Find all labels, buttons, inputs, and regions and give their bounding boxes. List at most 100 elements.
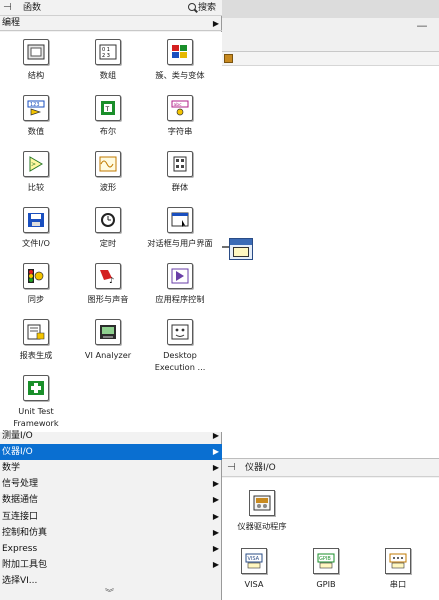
tile-label: 同步 [27, 294, 45, 304]
submenu-arrow-icon: ▶ [212, 511, 219, 521]
tile-label: 布尔 [99, 126, 117, 136]
desktop-execution-icon [167, 319, 193, 345]
palette-tile-graphics-sound[interactable]: ♪ 图形与声音 [72, 256, 144, 312]
minimize-button[interactable]: — [413, 18, 431, 34]
palette-tile-waveform[interactable]: 波形 [72, 144, 144, 200]
svg-text:T: T [105, 106, 110, 113]
submenu-arrow-icon: ▶ [212, 527, 219, 537]
pin-icon[interactable]: ⊣ [227, 462, 236, 473]
tile-label: 群体 [171, 182, 189, 192]
scroll-more-icon[interactable]: ︾ [105, 586, 114, 599]
diagram-vi-node-icon[interactable] [229, 238, 253, 260]
palette-tile-grid: 结构 0 12 3 数组 簇、类与变体 123 数值 T 布尔 abc 字符串 > 比较 波形 群体文件I… [0, 32, 222, 432]
palette-tile-boolean[interactable]: T 布尔 [72, 88, 144, 144]
category-item[interactable]: 附加工具包 ▶ [0, 557, 222, 573]
category-label: 控制和仿真 [2, 527, 48, 538]
tile-label: Desktop Execution ... [154, 350, 206, 372]
svg-text:VISA: VISA [248, 556, 260, 562]
category-item[interactable]: 信号处理 ▶ [0, 476, 222, 492]
subpalette-content: 仪器驱动程序 VISA VISA GPIB GPIB 串口 [222, 478, 439, 600]
subpalette-tile-serial[interactable]: 串口 [368, 548, 428, 596]
graphics-sound-icon: ♪ [95, 263, 121, 289]
submenu-arrow-icon: ▶ [212, 19, 219, 28]
comparison-icon: > [23, 151, 49, 177]
dialog-ui-icon [167, 207, 193, 233]
waveform-icon [95, 151, 121, 177]
palette-tile-collection[interactable]: 群体 [144, 144, 216, 200]
subpalette-tile-visa[interactable]: VISA VISA [224, 548, 284, 596]
tile-label: 文件I/O [22, 238, 50, 248]
file-io-icon [23, 207, 49, 233]
serial-icon [385, 548, 411, 574]
palette-tile-comparison[interactable]: > 比较 [0, 144, 72, 200]
palette-tile-array[interactable]: 0 12 3 数组 [72, 32, 144, 88]
category-item[interactable]: 互连接口 ▶ [0, 509, 222, 525]
subpalette-title: 仪器I/O [245, 463, 276, 473]
palette-tile-synchronization[interactable]: 同步 [0, 256, 72, 312]
submenu-arrow-icon: ▶ [212, 479, 219, 489]
timing-icon [95, 207, 121, 233]
search-icon [188, 3, 196, 11]
palette-tile-string[interactable]: abc 字符串 [144, 88, 216, 144]
vi-analyzer-icon [95, 319, 121, 345]
palette-tile-dialog-ui[interactable]: 对话框与用户界面 [144, 200, 216, 256]
toolbar-tool-icon[interactable] [224, 54, 233, 63]
tile-label: 图形与声音 [87, 294, 129, 304]
category-item[interactable]: 数学 ▶ [0, 460, 222, 476]
palette-tile-structures[interactable]: 结构 [0, 32, 72, 88]
subpalette-tile-instrument-drivers[interactable]: 仪器驱动程序 [232, 490, 292, 538]
visa-icon: VISA [241, 548, 267, 574]
palette-tile-unit-test-framework[interactable]: Unit Test Framework [0, 368, 72, 428]
tile-label: 报表生成 [19, 350, 53, 360]
tile-label: 结构 [27, 70, 45, 80]
palette-tile-cluster-class-variant[interactable]: 簇、类与变体 [144, 32, 216, 88]
palette-tile-desktop-execution[interactable]: Desktop Execution ... [144, 312, 216, 372]
svg-text:>: > [31, 161, 36, 168]
tile-label: 数组 [99, 70, 117, 80]
synchronization-icon [23, 263, 49, 289]
submenu-arrow-icon: ▶ [212, 543, 219, 553]
tile-label: 簇、类与变体 [155, 70, 205, 80]
subpalette-tile-gpib[interactable]: GPIB GPIB [296, 548, 356, 596]
array-icon: 0 12 3 [95, 39, 121, 65]
instrument-drivers-icon [249, 490, 275, 516]
functions-palette: ⊣ 函数 搜索 编程 ▶ 结构 0 12 3 数组 簇、类与变体 123 数值 T 布尔 abc… [0, 0, 222, 600]
category-label: 数据通信 [2, 495, 39, 506]
palette-tile-numeric[interactable]: 123 数值 [0, 88, 72, 144]
palette-tile-application-control[interactable]: 应用程序控制 [144, 256, 216, 312]
palette-tile-report-generation[interactable]: 报表生成 [0, 312, 72, 368]
submenu-arrow-icon: ▶ [212, 431, 219, 440]
pin-icon[interactable]: ⊣ [3, 2, 15, 13]
string-icon: abc [167, 95, 193, 121]
subpalette-tile-label: VISA [244, 579, 264, 589]
palette-tile-vi-analyzer[interactable]: VI Analyzer [72, 312, 144, 368]
subpalette-tile-label: 仪器驱动程序 [237, 521, 287, 531]
category-label: 互连接口 [2, 511, 39, 522]
category-item[interactable]: 控制和仿真 ▶ [0, 525, 222, 541]
submenu-arrow-icon: ▶ [212, 463, 219, 473]
submenu-arrow-icon: ▶ [212, 447, 219, 457]
tile-label: VI Analyzer [84, 350, 132, 360]
tile-label: 对话框与用户界面 [147, 238, 213, 248]
tile-label: 定时 [99, 238, 117, 248]
report-generation-icon [23, 319, 49, 345]
category-item[interactable]: 数据通信 ▶ [0, 492, 222, 508]
subpalette-tile-label: 串口 [389, 579, 407, 589]
category-item[interactable]: 测量I/O ▶ [0, 428, 222, 444]
category-programming[interactable]: 编程 ▶ [0, 16, 222, 31]
tile-label: 比较 [27, 182, 45, 192]
category-label: 信号处理 [2, 479, 39, 490]
palette-tile-file-io[interactable]: 文件I/O [0, 200, 72, 256]
submenu-arrow-icon: ▶ [212, 495, 219, 505]
search-button[interactable]: 搜索 [186, 1, 216, 15]
palette-title: 函数 [23, 3, 42, 13]
boolean-icon: T [95, 95, 121, 121]
category-item[interactable]: Express ▶ [0, 541, 222, 557]
submenu-arrow-icon: ▶ [212, 559, 219, 569]
instrument-io-subpalette: ⊣ 仪器I/O 仪器驱动程序 VISA VISA GPIB GPIB 串口 [222, 458, 439, 600]
svg-text:abc: abc [174, 102, 183, 108]
palette-tile-timing[interactable]: 定时 [72, 200, 144, 256]
category-item[interactable]: 仪器I/O ▶ [0, 444, 222, 461]
application-control-icon [167, 263, 193, 289]
tile-label: Unit Test Framework [13, 406, 59, 428]
